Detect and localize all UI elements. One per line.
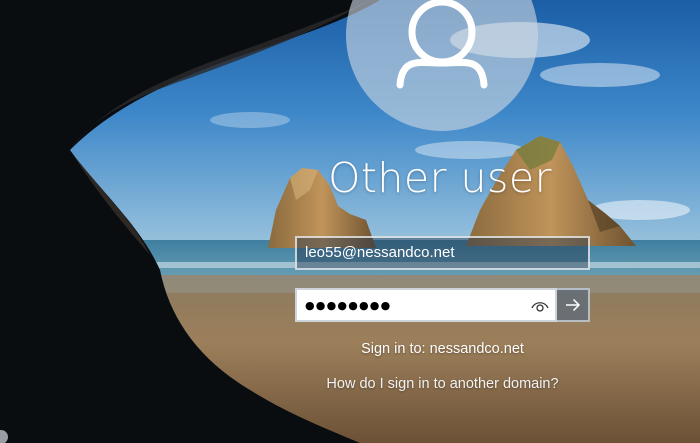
lock-screen: Other user leo55@nessandco.net ●●●●●●●● … <box>0 0 700 443</box>
password-row: ●●●●●●●● <box>295 288 590 322</box>
user-silhouette-icon <box>396 0 488 89</box>
user-avatar <box>346 0 538 131</box>
account-name-title: Other user <box>328 154 552 202</box>
email-field[interactable]: leo55@nessandco.net <box>295 236 590 270</box>
password-mask: ●●●●●●●● <box>305 298 392 312</box>
other-domain-help-link[interactable]: How do I sign in to another domain? <box>285 376 600 392</box>
sign-in-domain-text: Sign in to: nessandco.net <box>361 341 524 357</box>
arrow-right-icon <box>565 298 580 312</box>
eye-icon[interactable] <box>531 297 549 313</box>
password-field[interactable]: ●●●●●●●● <box>295 288 557 322</box>
submit-button[interactable] <box>557 288 590 322</box>
